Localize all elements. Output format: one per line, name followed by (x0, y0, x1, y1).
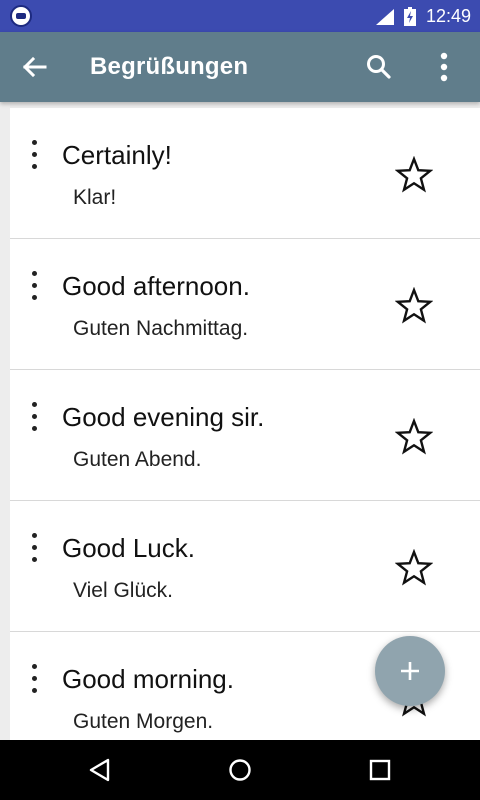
item-menu-icon[interactable] (26, 533, 44, 563)
battery-icon (404, 7, 416, 26)
app-icon (10, 5, 32, 27)
signal-icon (376, 9, 394, 25)
phrase-english: Good afternoon. (62, 271, 250, 301)
back-arrow-icon[interactable] (18, 50, 52, 84)
overflow-menu-icon[interactable] (432, 50, 456, 84)
phrase-german: Viel Glück. (73, 579, 173, 602)
item-menu-icon[interactable] (26, 402, 44, 432)
phrase-english: Certainly! (62, 140, 172, 170)
phrase-english: Good morning. (62, 664, 234, 694)
phrase-english: Good Luck. (62, 533, 195, 563)
recents-square-icon[interactable] (366, 756, 394, 784)
phrase-german: Klar! (73, 186, 117, 209)
item-menu-icon[interactable] (26, 271, 44, 301)
item-menu-icon[interactable] (26, 664, 44, 694)
back-triangle-icon[interactable] (86, 756, 114, 784)
phrase-german: Guten Nachmittag. (73, 317, 249, 340)
status-time: 12:49 (426, 6, 472, 26)
star-outline-icon[interactable] (395, 418, 433, 456)
plus-icon (401, 662, 419, 680)
app-toolbar: Begrüßungen (0, 32, 480, 102)
system-nav-bar (0, 740, 480, 800)
home-circle-icon[interactable] (226, 756, 254, 784)
phrase-item[interactable]: Good evening sir. Guten Abend. (10, 370, 480, 501)
star-outline-icon[interactable] (395, 156, 433, 194)
search-icon[interactable] (364, 52, 394, 82)
phrase-german: Guten Morgen. (73, 710, 214, 733)
star-outline-icon[interactable] (395, 549, 433, 587)
phrase-german: Guten Abend. (73, 448, 202, 471)
page-title: Begrüßungen (90, 53, 249, 80)
phrase-item[interactable]: Good afternoon. Guten Nachmittag. (10, 239, 480, 370)
add-phrase-fab[interactable] (375, 636, 445, 706)
star-outline-icon[interactable] (395, 287, 433, 325)
phrase-item[interactable]: Certainly! Klar! (10, 108, 480, 239)
item-menu-icon[interactable] (26, 140, 44, 170)
phrase-item[interactable]: Good Luck. Viel Glück. (10, 501, 480, 632)
status-bar: 12:49 (0, 0, 480, 32)
phrase-english: Good evening sir. (62, 402, 265, 432)
